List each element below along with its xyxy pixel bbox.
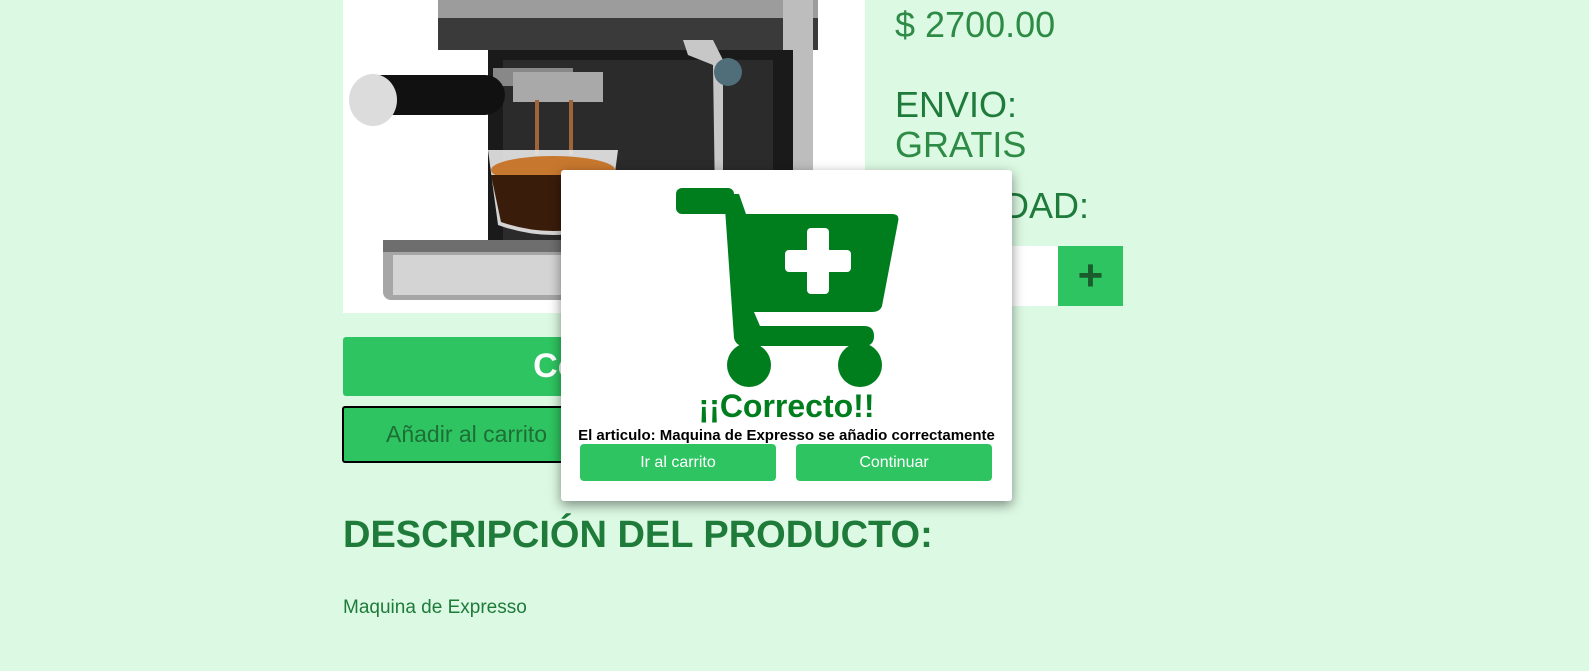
modal-message: El articulo: Maquina de Expresso se añad… [578, 427, 995, 444]
description-text: Maquina de Expresso [343, 597, 527, 618]
shipping-value: GRATIS [895, 124, 1027, 165]
plus-icon: + [1077, 251, 1104, 300]
shipping-label: ENVIO: [895, 84, 1018, 125]
modal-title: ¡¡Correcto!! [698, 388, 875, 424]
product-page: $ 2700.00 ENVIO: GRATIS CANTIDAD: + Comp… [0, 0, 1589, 671]
success-modal: ¡¡Correcto!! El articulo: Maquina de Exp… [561, 170, 1012, 501]
quantity-increase-button[interactable]: + [1058, 246, 1123, 306]
description-title: DESCRIPCIÓN DEL PRODUCTO: [343, 514, 933, 556]
continue-button[interactable]: Continuar [796, 444, 992, 481]
go-to-cart-button[interactable]: Ir al carrito [580, 444, 776, 481]
product-price: $ 2700.00 [895, 4, 1056, 45]
cart-plus-icon [676, 188, 899, 387]
